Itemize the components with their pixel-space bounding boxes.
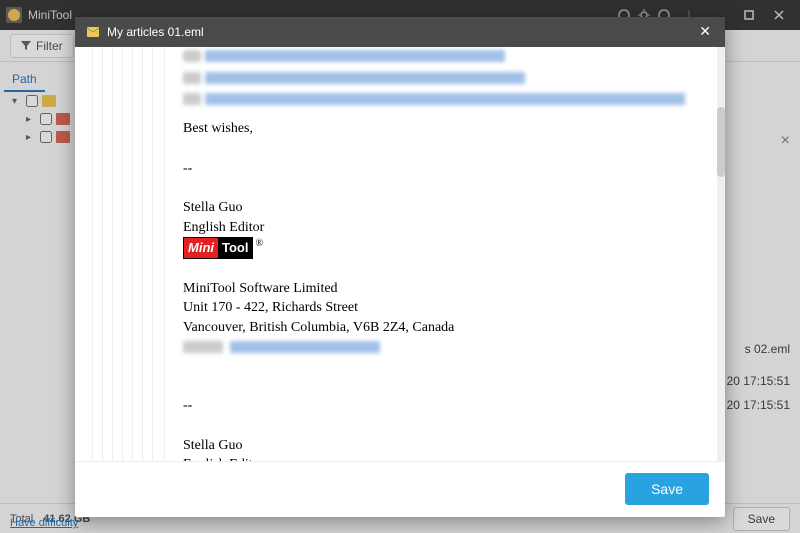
signature-name: Stella Guo — [183, 198, 699, 218]
minitool-logo: MiniTool — [183, 237, 253, 259]
redacted-link — [205, 50, 505, 62]
redacted-label — [183, 341, 223, 353]
redacted-link — [205, 93, 685, 105]
redacted-text — [183, 50, 201, 62]
modal-header: My articles 01.eml ✕ — [75, 17, 725, 47]
company-name: MiniTool Software Limited — [183, 279, 699, 299]
preview-modal: My articles 01.eml ✕ Best wishes, -- Ste… — [75, 17, 725, 517]
modal-save-button[interactable]: Save — [625, 473, 709, 505]
modal-body: Best wishes, -- Stella Guo English Edito… — [75, 47, 725, 461]
scrollbar[interactable] — [717, 47, 725, 461]
signature-role: English Editor — [183, 218, 699, 238]
email-separator: -- — [183, 159, 699, 179]
redacted-text — [183, 72, 201, 84]
signature-role: English Editor — [183, 455, 699, 460]
scrollbar-thumb[interactable] — [717, 107, 725, 177]
modal-overlay: My articles 01.eml ✕ Best wishes, -- Ste… — [0, 0, 800, 533]
signature-name: Stella Guo — [183, 436, 699, 456]
email-separator: -- — [183, 396, 699, 416]
mail-gutter — [75, 47, 165, 461]
modal-close-button[interactable]: ✕ — [695, 21, 715, 42]
email-closing: Best wishes, — [183, 119, 699, 139]
mail-file-icon — [85, 24, 101, 40]
app-window: MiniTool | Filter Path ▾ ▸ — [0, 0, 800, 533]
redacted-email — [230, 341, 380, 353]
address-line-1: Unit 170 - 422, Richards Street — [183, 298, 699, 318]
logo-left: Mini — [184, 238, 218, 258]
redacted-text — [183, 93, 201, 105]
registered-icon: ® — [255, 238, 263, 249]
modal-title: My articles 01.eml — [107, 25, 204, 39]
redacted-link — [205, 72, 525, 84]
modal-footer: Save — [75, 461, 725, 517]
address-line-2: Vancouver, British Columbia, V6B 2Z4, Ca… — [183, 318, 699, 338]
mail-content: Best wishes, -- Stella Guo English Edito… — [165, 47, 717, 461]
logo-right: Tool — [218, 238, 252, 258]
